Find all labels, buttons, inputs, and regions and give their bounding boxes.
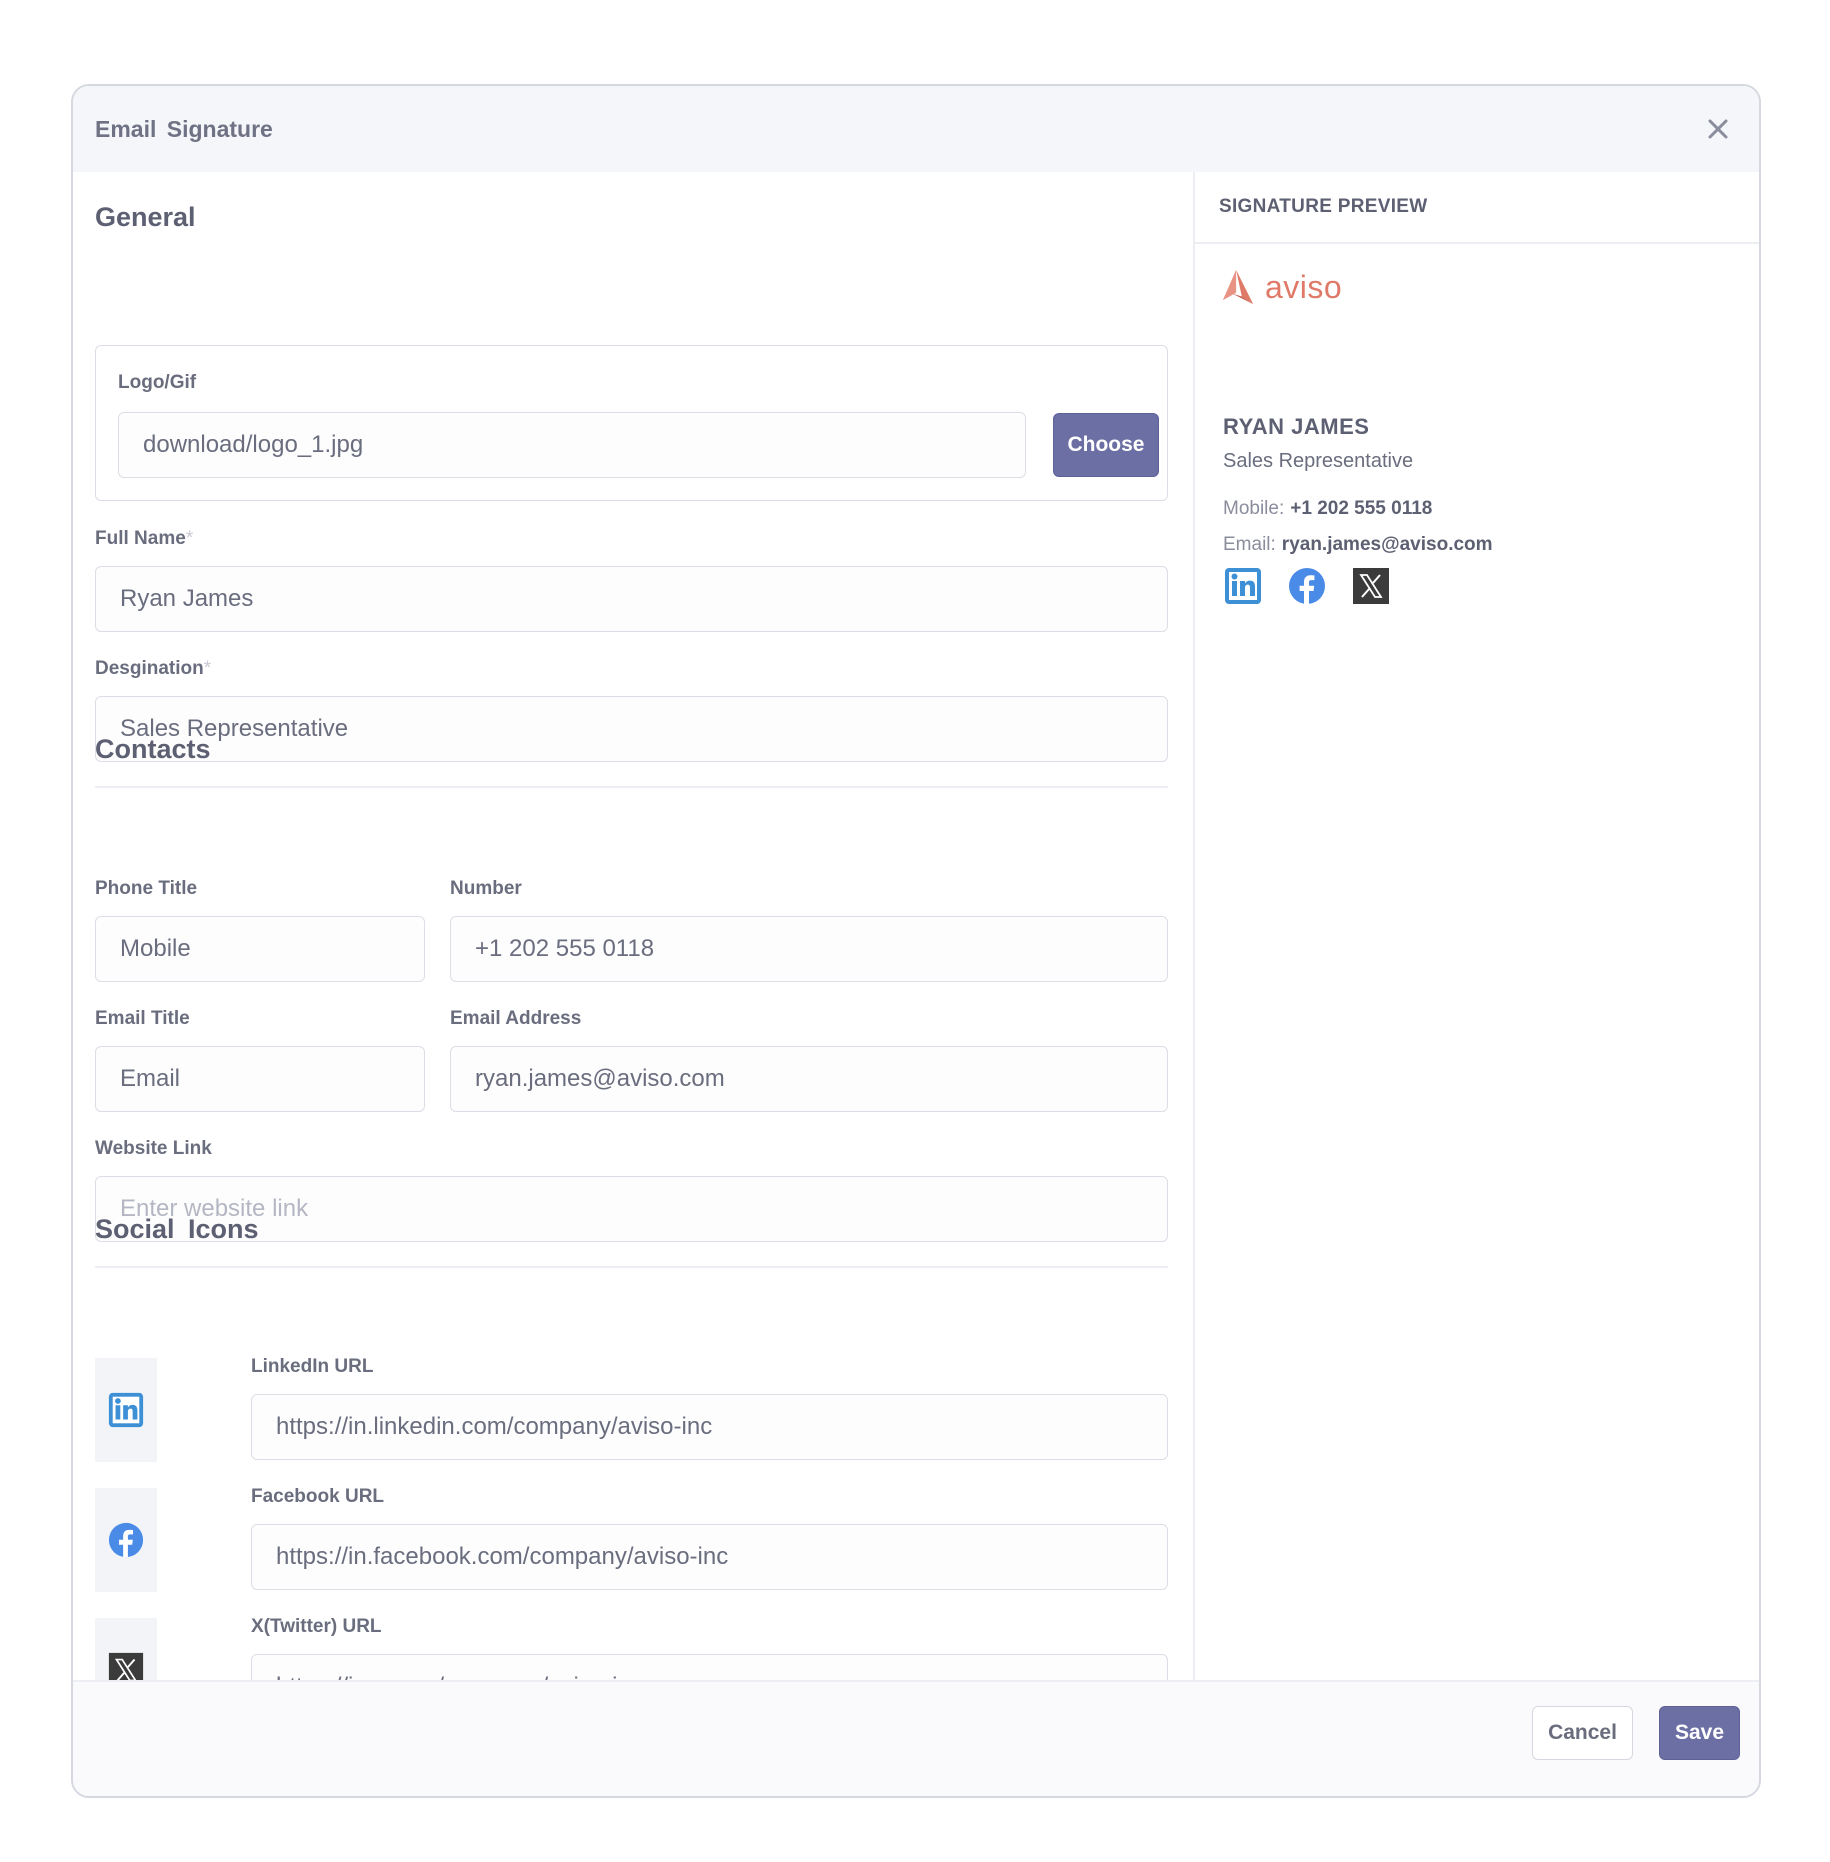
website-label: Website Link: [95, 1138, 212, 1159]
linkedin-icon: [108, 1392, 144, 1428]
dialog-title: Email Signature: [95, 116, 273, 142]
save-button[interactable]: Save: [1659, 1706, 1740, 1760]
preview-mobile: Mobile: +1 202 555 0118: [1223, 498, 1433, 519]
logo-upload-box: Logo/Gif Choose: [95, 345, 1168, 501]
preview-social-icons: [1223, 566, 1391, 606]
linkedin-icon[interactable]: [1223, 566, 1263, 606]
section-divider: [95, 786, 1168, 788]
email-address-label: Email Address: [450, 1008, 582, 1029]
section-divider: [95, 1266, 1168, 1268]
preview-name: RYAN JAMES: [1223, 414, 1370, 439]
email-address-input[interactable]: [450, 1046, 1168, 1112]
preview-email: Email: ryan.james@aviso.com: [1223, 534, 1493, 555]
logo-label: Logo/Gif: [118, 372, 197, 393]
facebook-url-input[interactable]: [251, 1524, 1168, 1590]
x-icon[interactable]: [1351, 566, 1391, 606]
designation-label: Desgination*: [95, 658, 212, 679]
signature-preview-panel: SIGNATURE PREVIEW aviso RYAN JAMES Sales…: [1193, 172, 1759, 1680]
email-title-label: Email Title: [95, 1008, 190, 1029]
email-signature-dialog: Email Signature General Logo/Gif Choose …: [71, 84, 1761, 1798]
full-name-label: Full Name*: [95, 528, 194, 549]
social-section-title: Social Icons: [95, 1214, 259, 1244]
facebook-tile: [95, 1488, 157, 1592]
brand-logo: aviso: [1219, 268, 1342, 306]
dialog-footer: Cancel Save: [73, 1680, 1759, 1796]
contacts-title: Contacts: [95, 734, 211, 764]
full-name-input[interactable]: [95, 566, 1168, 632]
linkedin-tile: [95, 1358, 157, 1462]
number-input[interactable]: [450, 916, 1168, 982]
form-panel: General Logo/Gif Choose Full Name* Desgi…: [73, 172, 1193, 1722]
x-label: X(Twitter) URL: [251, 1616, 382, 1637]
brand-name: aviso: [1265, 268, 1343, 305]
aviso-logo-icon: [1222, 269, 1254, 305]
cancel-button[interactable]: Cancel: [1532, 1706, 1633, 1760]
preview-designation: Sales Representative: [1223, 450, 1414, 472]
designation-input[interactable]: [95, 696, 1168, 762]
preview-title: SIGNATURE PREVIEW: [1219, 196, 1428, 217]
dialog-header: Email Signature: [73, 86, 1759, 172]
phone-title-input[interactable]: [95, 916, 425, 982]
preview-header: SIGNATURE PREVIEW: [1195, 172, 1759, 244]
facebook-icon: [108, 1522, 144, 1558]
close-icon[interactable]: [1703, 114, 1733, 144]
linkedin-label: LinkedIn URL: [251, 1356, 374, 1377]
linkedin-url-input[interactable]: [251, 1394, 1168, 1460]
choose-button[interactable]: Choose: [1053, 413, 1159, 477]
facebook-icon[interactable]: [1287, 566, 1327, 606]
email-title-input[interactable]: [95, 1046, 425, 1112]
general-section-title: General: [95, 202, 196, 232]
logo-path-input[interactable]: [118, 412, 1026, 478]
number-label: Number: [450, 878, 522, 899]
phone-title-label: Phone Title: [95, 878, 198, 899]
facebook-label: Facebook URL: [251, 1486, 385, 1507]
